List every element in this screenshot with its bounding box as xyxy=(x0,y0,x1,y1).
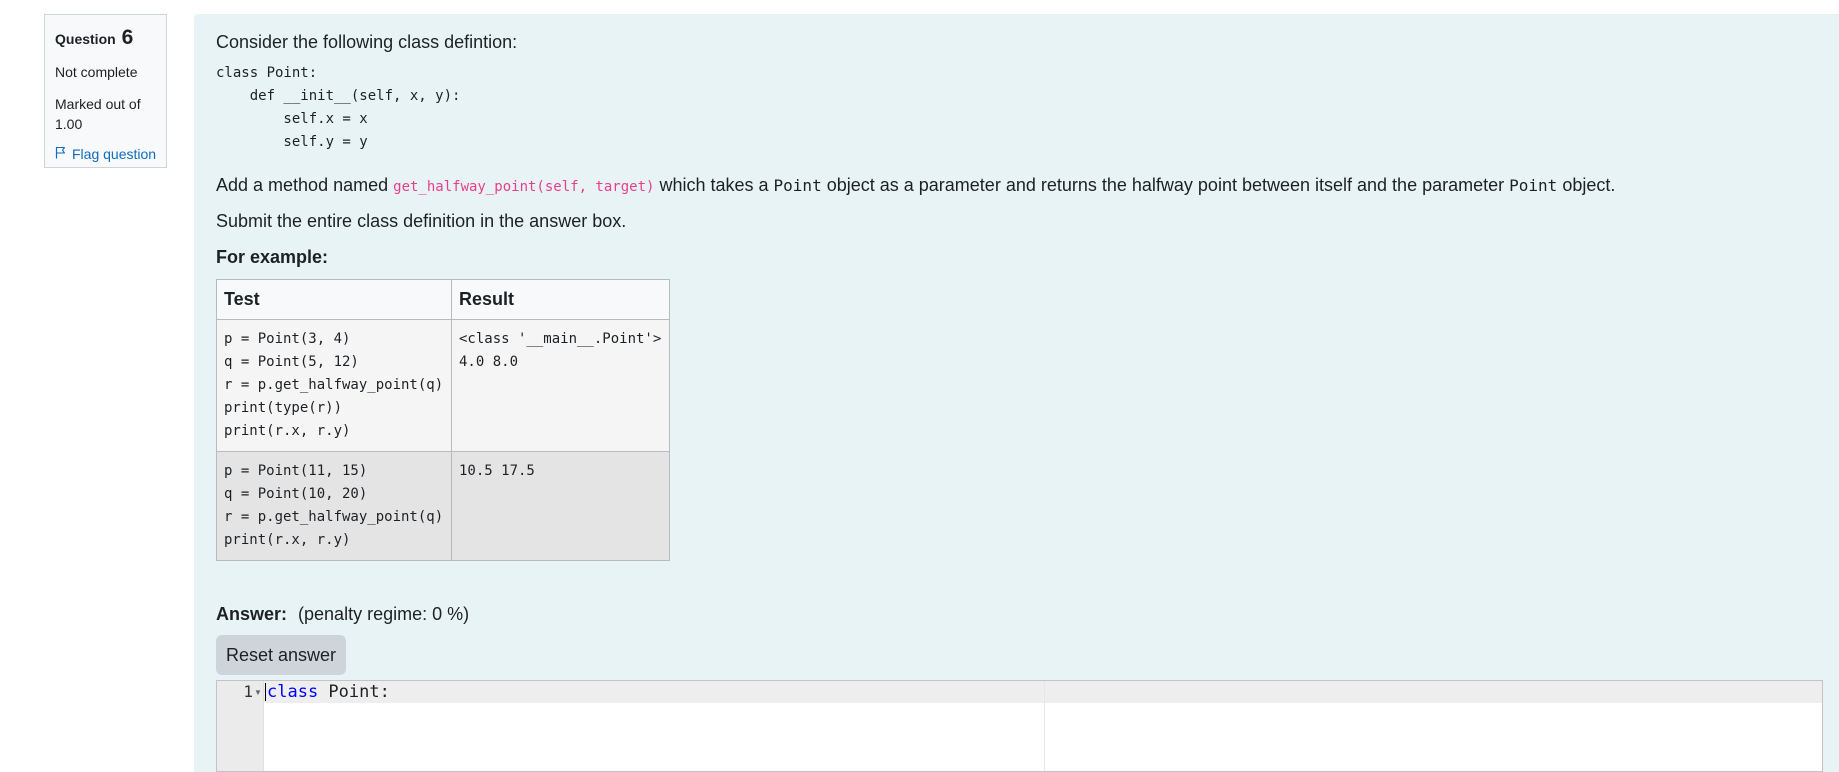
question-label: Question xyxy=(55,31,116,47)
task-text-middle: which takes a xyxy=(659,175,769,195)
text-cursor xyxy=(265,683,266,701)
line-number: 1 xyxy=(243,682,253,701)
type-name: Point xyxy=(773,176,822,195)
result-output: <class '__main__.Point'> 4.0 8.0 xyxy=(459,331,662,370)
editor-gutter: 1 ▼ xyxy=(217,681,264,771)
code-line[interactable]: class Point: xyxy=(267,681,390,703)
question-number: 6 xyxy=(121,26,134,49)
task-description: Add a method named get_halfway_point(sel… xyxy=(216,175,1615,196)
task-text-end: object. xyxy=(1562,175,1616,195)
task-text-prefix: Add a method named xyxy=(216,175,389,195)
examples-header-row: Test Result xyxy=(216,279,670,320)
test-code: p = Point(3, 4) q = Point(5, 12) r = p.g… xyxy=(224,331,444,439)
reset-answer-button[interactable]: Reset answer xyxy=(216,635,346,675)
type-name-2: Point xyxy=(1509,176,1558,195)
code-text: Point: xyxy=(318,682,390,702)
answer-label: Answer: xyxy=(216,604,288,624)
flag-icon xyxy=(55,146,72,162)
test-cell: p = Point(3, 4) q = Point(5, 12) r = p.g… xyxy=(216,319,452,452)
code-keyword: class xyxy=(267,682,319,702)
question-content: Consider the following class defintion: … xyxy=(194,14,1839,772)
question-number-heading: Question 6 xyxy=(55,25,166,52)
print-margin xyxy=(1044,681,1045,771)
method-signature: get_halfway_point(self, target) xyxy=(393,179,655,195)
question-intro: Consider the following class defintion: xyxy=(216,32,518,52)
result-output: 10.5 17.5 xyxy=(459,463,535,479)
penalty-regime: (penalty regime: 0 %) xyxy=(298,604,470,624)
test-code: p = Point(11, 15) q = Point(10, 20) r = … xyxy=(224,463,444,548)
test-cell: p = Point(11, 15) q = Point(10, 20) r = … xyxy=(216,451,452,561)
code-editor[interactable]: 1 ▼ class Point: xyxy=(216,680,1823,772)
flag-question-label: Flag question xyxy=(72,146,157,162)
result-cell: 10.5 17.5 xyxy=(451,451,670,561)
question-info-panel: Question 6 Not complete Marked out of 1.… xyxy=(44,14,167,168)
task-text-after-type: object as a parameter and returns the ha… xyxy=(826,175,1505,195)
answer-label-row: Answer: (penalty regime: 0 %) xyxy=(216,604,469,625)
table-row: p = Point(11, 15) q = Point(10, 20) r = … xyxy=(216,451,670,561)
question-state: Not complete xyxy=(55,64,138,80)
fold-arrow-icon[interactable]: ▼ xyxy=(254,688,262,697)
table-row: p = Point(3, 4) q = Point(5, 12) r = p.g… xyxy=(216,319,670,452)
question-grade: Marked out of 1.00 xyxy=(55,96,141,132)
header-test: Test xyxy=(216,279,452,320)
header-result: Result xyxy=(451,279,670,320)
submit-instruction: Submit the entire class definition in th… xyxy=(216,211,627,231)
for-example-heading: For example: xyxy=(216,247,329,267)
examples-table: Test Result p = Point(3, 4) q = Point(5,… xyxy=(216,279,670,561)
active-line-highlight xyxy=(264,681,1822,703)
flag-question-link[interactable]: Flag question xyxy=(55,146,166,162)
class-definition-code: class Point: def __init__(self, x, y): s… xyxy=(216,65,461,150)
result-cell: <class '__main__.Point'> 4.0 8.0 xyxy=(451,319,670,452)
